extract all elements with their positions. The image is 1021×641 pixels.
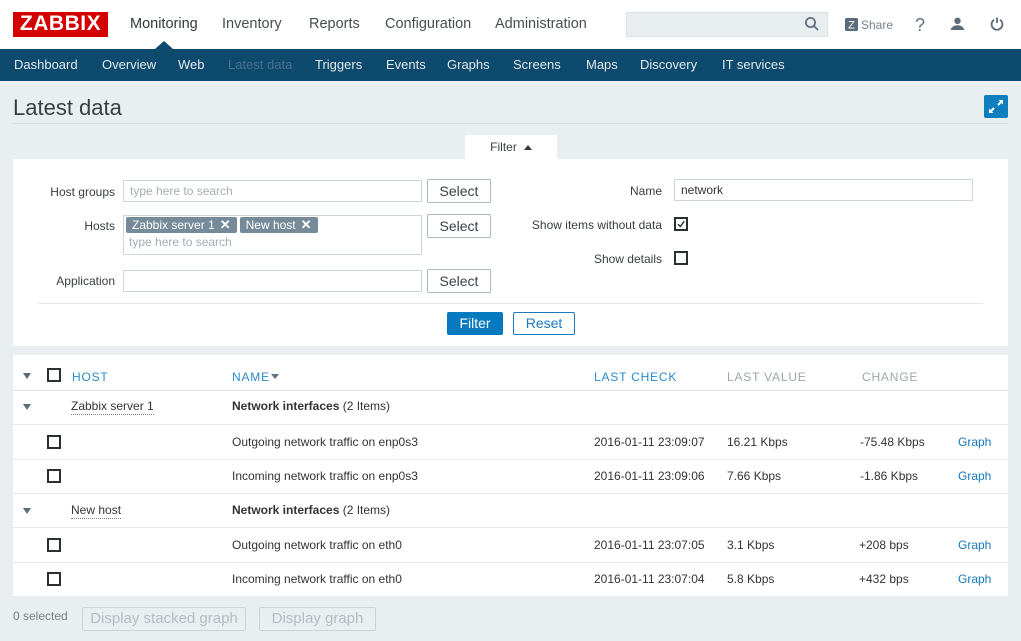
svg-text:Z: Z	[848, 19, 855, 31]
